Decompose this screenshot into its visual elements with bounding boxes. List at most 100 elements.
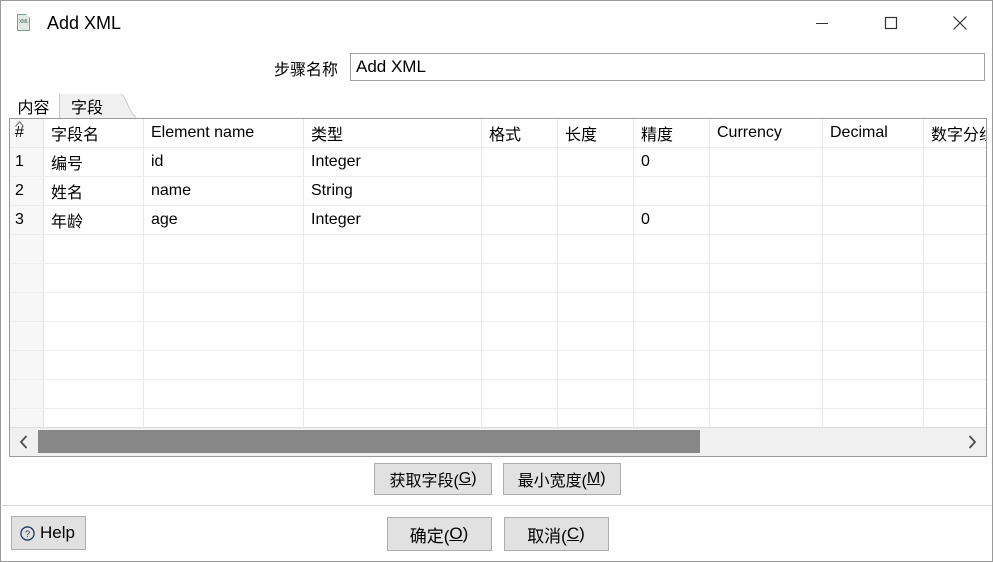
cell-empty[interactable] — [633, 350, 710, 380]
cell-empty[interactable] — [143, 321, 304, 351]
cell-empty[interactable] — [143, 350, 304, 380]
cell-empty[interactable] — [303, 263, 482, 293]
cell-grouping[interactable] — [923, 147, 986, 177]
table-row-empty[interactable] — [10, 350, 986, 380]
scroll-left-button[interactable] — [10, 428, 38, 455]
column-header-element-name[interactable]: Element name — [143, 119, 304, 148]
scroll-track[interactable] — [38, 430, 958, 453]
column-header-format[interactable]: 格式 — [481, 119, 558, 148]
cell-length[interactable] — [557, 176, 634, 206]
cell-empty[interactable] — [481, 379, 558, 409]
cell-empty[interactable] — [633, 321, 710, 351]
cell-format[interactable] — [481, 147, 558, 177]
cell-precision[interactable] — [633, 176, 710, 206]
table-row-empty[interactable] — [10, 292, 986, 322]
maximize-button[interactable] — [856, 1, 925, 45]
cell-empty[interactable] — [10, 292, 44, 322]
cell-empty[interactable] — [923, 292, 986, 322]
cell-empty[interactable] — [43, 234, 144, 264]
cell-empty[interactable] — [822, 379, 924, 409]
cell-empty[interactable] — [10, 321, 44, 351]
cell-precision[interactable]: 0 — [633, 147, 710, 177]
minimize-button[interactable] — [787, 1, 856, 45]
cell-field-name[interactable]: 姓名 — [43, 176, 144, 206]
cell-decimal[interactable] — [822, 176, 924, 206]
cell-empty[interactable] — [303, 292, 482, 322]
column-header-number[interactable]: # — [10, 119, 44, 148]
cell-grouping[interactable] — [923, 205, 986, 235]
cell-format[interactable] — [481, 176, 558, 206]
scroll-right-button[interactable] — [958, 428, 986, 455]
cell-empty[interactable] — [143, 234, 304, 264]
cell-empty[interactable] — [43, 379, 144, 409]
cell-length[interactable] — [557, 147, 634, 177]
cell-length[interactable] — [557, 205, 634, 235]
scroll-thumb[interactable] — [38, 430, 701, 453]
tab-fields[interactable]: 字段 — [60, 94, 114, 118]
cell-number[interactable]: 1 — [10, 147, 44, 177]
cell-field-name[interactable]: 编号 — [43, 147, 144, 177]
cell-empty[interactable] — [822, 292, 924, 322]
cell-empty[interactable] — [923, 379, 986, 409]
get-fields-button[interactable]: 获取字段( G) — [374, 463, 492, 495]
cell-empty[interactable] — [10, 263, 44, 293]
cell-empty[interactable] — [822, 321, 924, 351]
cell-empty[interactable] — [43, 321, 144, 351]
cell-empty[interactable] — [633, 379, 710, 409]
cell-number[interactable]: 3 — [10, 205, 44, 235]
cell-empty[interactable] — [143, 292, 304, 322]
cell-empty[interactable] — [43, 350, 144, 380]
column-header-type[interactable]: 类型 — [303, 119, 482, 148]
cell-empty[interactable] — [923, 321, 986, 351]
ok-button[interactable]: 确定(O) — [386, 517, 492, 551]
cell-empty[interactable] — [303, 321, 482, 351]
cell-number[interactable]: 2 — [10, 176, 44, 206]
cell-empty[interactable] — [709, 292, 823, 322]
horizontal-scrollbar[interactable] — [10, 427, 986, 456]
cell-element-name[interactable]: name — [143, 176, 304, 206]
column-header-precision[interactable]: 精度 — [633, 119, 710, 148]
table-row-empty[interactable] — [10, 379, 986, 409]
column-header-field-name[interactable]: 字段名 — [43, 119, 144, 148]
cell-empty[interactable] — [10, 350, 44, 380]
cell-empty[interactable] — [633, 234, 710, 264]
table-row-empty[interactable] — [10, 321, 986, 351]
cell-empty[interactable] — [557, 321, 634, 351]
tab-content[interactable]: 内容 — [8, 94, 60, 118]
cell-empty[interactable] — [303, 234, 482, 264]
cell-element-name[interactable]: age — [143, 205, 304, 235]
cancel-button[interactable]: 取消(C) — [503, 517, 609, 551]
cell-precision[interactable]: 0 — [633, 205, 710, 235]
cell-empty[interactable] — [633, 263, 710, 293]
cell-grouping[interactable] — [923, 176, 986, 206]
cell-empty[interactable] — [557, 234, 634, 264]
cell-empty[interactable] — [43, 263, 144, 293]
cell-field-name[interactable]: 年龄 — [43, 205, 144, 235]
cell-element-name[interactable]: id — [143, 147, 304, 177]
cell-empty[interactable] — [481, 292, 558, 322]
cell-empty[interactable] — [822, 234, 924, 264]
cell-empty[interactable] — [303, 379, 482, 409]
cell-empty[interactable] — [481, 263, 558, 293]
cell-empty[interactable] — [709, 321, 823, 351]
cell-empty[interactable] — [481, 350, 558, 380]
cell-empty[interactable] — [709, 350, 823, 380]
table-row-empty[interactable] — [10, 234, 986, 264]
table-row[interactable]: 3 年龄 age Integer 0 — [10, 205, 986, 235]
cell-empty[interactable] — [43, 292, 144, 322]
cell-empty[interactable] — [709, 234, 823, 264]
table-row-empty[interactable] — [10, 263, 986, 293]
column-header-decimal[interactable]: Decimal — [822, 119, 924, 148]
cell-empty[interactable] — [143, 379, 304, 409]
table-row[interactable]: 1 编号 id Integer 0 — [10, 147, 986, 177]
cell-type[interactable]: Integer — [303, 147, 482, 177]
cell-empty[interactable] — [822, 350, 924, 380]
column-header-grouping[interactable]: 数字分组符号 — [923, 119, 986, 148]
close-button[interactable] — [925, 1, 992, 45]
cell-empty[interactable] — [481, 321, 558, 351]
cell-decimal[interactable] — [822, 205, 924, 235]
cell-format[interactable] — [481, 205, 558, 235]
table-row[interactable]: 2 姓名 name String — [10, 176, 986, 206]
cell-empty[interactable] — [923, 263, 986, 293]
step-name-input[interactable] — [350, 53, 985, 81]
